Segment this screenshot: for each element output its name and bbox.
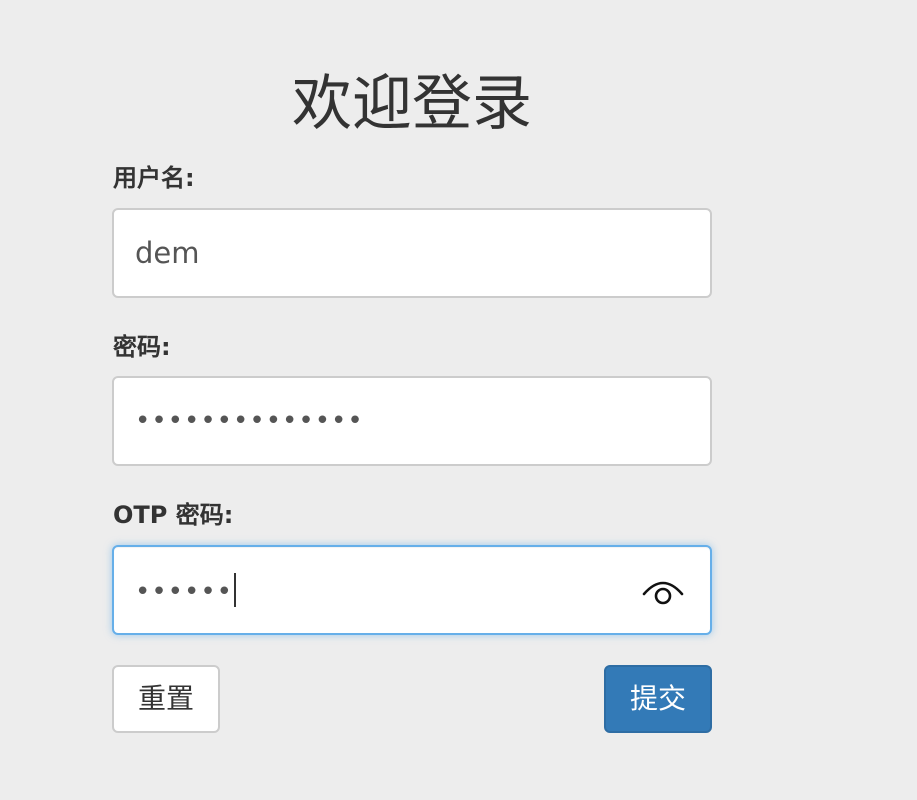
eye-icon[interactable] xyxy=(641,575,685,607)
password-field[interactable]: •••••••••••••• xyxy=(112,376,712,466)
text-cursor xyxy=(234,573,237,607)
password-masked-value: •••••••••••••• xyxy=(135,406,364,436)
reset-button[interactable]: 重置 xyxy=(112,665,220,733)
username-value: dem xyxy=(135,236,200,270)
password-label: 密码: xyxy=(113,333,171,361)
otp-input-content: •••••• xyxy=(135,547,237,633)
username-field[interactable]: dem xyxy=(112,208,712,298)
login-page: 欢迎登录 用户名: dem 密码: •••••••••••••• OTP 密码:… xyxy=(0,0,917,800)
otp-masked-value: •••••• xyxy=(135,577,234,607)
otp-field[interactable]: •••••• xyxy=(112,545,712,635)
submit-button[interactable]: 提交 xyxy=(604,665,712,733)
eye-icon-svg xyxy=(642,581,684,605)
username-label: 用户名: xyxy=(113,164,195,192)
page-title: 欢迎登录 xyxy=(292,69,532,139)
otp-label: OTP 密码: xyxy=(113,501,234,529)
